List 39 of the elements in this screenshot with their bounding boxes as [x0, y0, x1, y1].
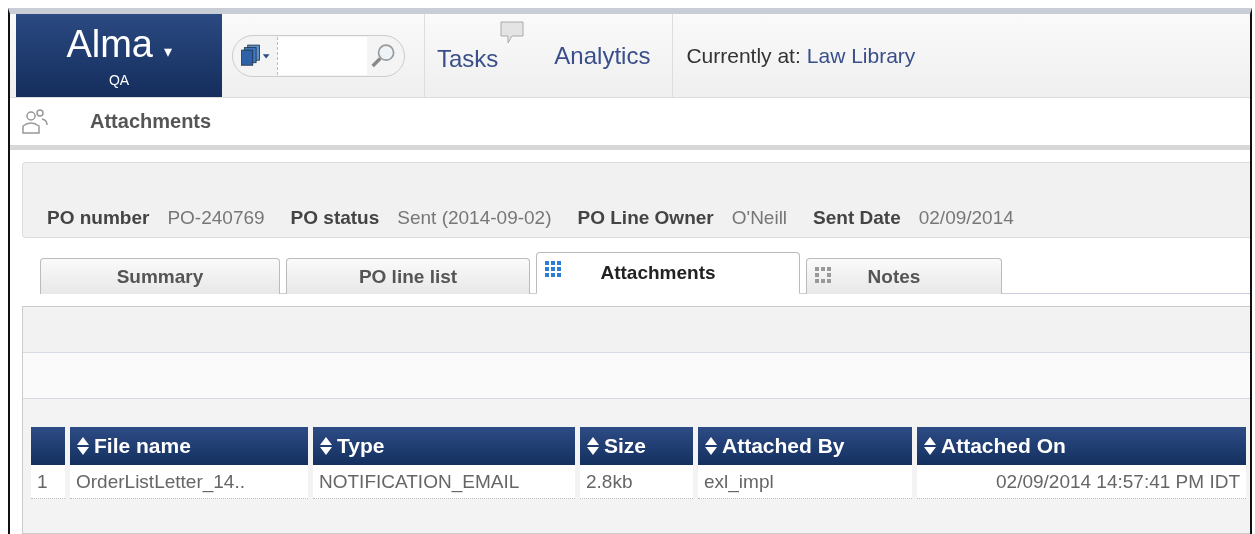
- sort-icon: [76, 436, 90, 456]
- page-title: Attachments: [90, 110, 212, 133]
- field-label: PO status: [290, 207, 380, 229]
- table-cell: exl_impl: [698, 465, 912, 499]
- location-label: Currently at:: [686, 43, 801, 68]
- field-label: PO number: [47, 207, 150, 229]
- field-value: O'Neill: [731, 207, 788, 229]
- sort-icon: [319, 436, 333, 456]
- column-header: [31, 427, 65, 465]
- field-label: PO Line Owner: [577, 207, 714, 229]
- sort-icon: [923, 436, 937, 456]
- location-link[interactable]: Law Library: [806, 43, 916, 68]
- field-value: Sent (2014-09-02): [397, 207, 552, 229]
- table-cell: NOTIFICATION_EMAIL: [313, 465, 575, 499]
- table-cell: 2.8kb: [580, 465, 693, 499]
- nav-link[interactable]: Analytics: [554, 41, 651, 70]
- table-cell: 02/09/2014 14:57:41 PM IDT: [917, 465, 1246, 499]
- column-header[interactable]: Attached By: [698, 427, 912, 465]
- people-icon: [20, 106, 50, 137]
- sort-icon: [704, 436, 718, 456]
- app-logo[interactable]: Alma ▾ QA: [16, 14, 222, 97]
- sort-icon: [586, 436, 600, 456]
- field-value: 02/09/2014: [918, 207, 1014, 229]
- search-field[interactable]: [232, 34, 405, 77]
- table-cell: OrderListLetter_14..: [70, 465, 308, 499]
- tab[interactable]: Summary: [40, 258, 280, 294]
- field-label: Sent Date: [813, 207, 901, 229]
- column-header[interactable]: File name: [70, 427, 308, 465]
- tab[interactable]: PO line list: [286, 258, 530, 294]
- column-header[interactable]: Size: [580, 427, 693, 465]
- column-header[interactable]: Attached On: [917, 427, 1246, 465]
- column-header[interactable]: Type: [313, 427, 575, 465]
- nav-link[interactable]: Tasks: [437, 20, 525, 73]
- grid-icon: [545, 261, 561, 277]
- grid-icon: [815, 267, 831, 283]
- field-value: PO-240769: [167, 207, 265, 229]
- tab[interactable]: Notes: [806, 258, 1002, 294]
- row-number: 1: [31, 465, 65, 499]
- tab[interactable]: Attachments: [536, 252, 800, 294]
